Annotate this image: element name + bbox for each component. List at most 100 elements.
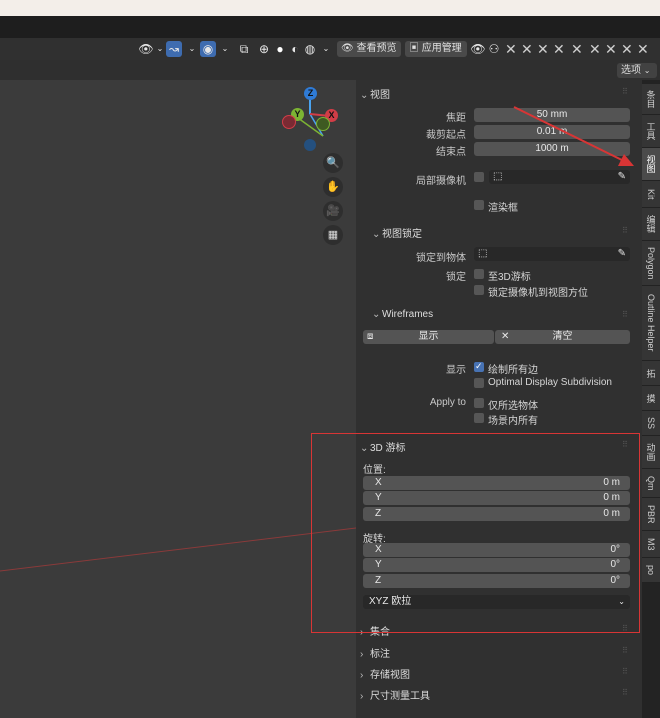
- tab-polygon[interactable]: Polygon: [642, 241, 660, 286]
- tab-outline-helper[interactable]: Outline Helper: [642, 286, 660, 361]
- highlight-box: [311, 433, 640, 633]
- tab-kit[interactable]: Kit: [642, 181, 660, 208]
- local-camera-checkbox[interactable]: [474, 172, 484, 182]
- clip-start-label: 裁剪起点: [426, 130, 466, 141]
- tab-pbr[interactable]: PBR: [642, 498, 660, 531]
- chevron-right-icon: ›: [360, 649, 364, 660]
- chevron-down-icon: ⌄: [643, 66, 651, 75]
- drag-handle-icon[interactable]: ⠿: [622, 311, 632, 319]
- camera-select-icon[interactable]: ⚇: [486, 41, 502, 57]
- drag-handle-icon[interactable]: ⠿: [622, 88, 632, 96]
- tab-mo[interactable]: 摸: [642, 386, 660, 411]
- tab-po[interactable]: po: [642, 558, 660, 583]
- 3d-viewport[interactable]: [0, 80, 356, 718]
- app-manager-button[interactable]: ▣ 应用管理: [405, 41, 467, 57]
- gizmo-neg-z-ball[interactable]: [304, 139, 316, 151]
- viewport-grid: [0, 94, 356, 572]
- eyedropper-icon[interactable]: ✎: [618, 247, 626, 261]
- restrict-icon[interactable]: ✕: [571, 40, 583, 58]
- measure-tools-section-header[interactable]: › 尺寸测量工具: [360, 687, 430, 702]
- eyedropper-icon[interactable]: ✎: [618, 170, 626, 184]
- render-region-checkbox[interactable]: [474, 200, 484, 210]
- chevron-down-icon[interactable]: ⌄: [184, 41, 200, 57]
- chevron-right-icon: ›: [360, 670, 364, 681]
- drag-handle-icon[interactable]: ⠿: [622, 647, 632, 655]
- chevron-down-icon[interactable]: ⌄: [217, 41, 233, 57]
- draw-all-edges-checkbox[interactable]: [474, 361, 484, 372]
- view-section-header[interactable]: ⌄ 视图: [360, 86, 390, 101]
- tab-item[interactable]: 条目: [642, 84, 660, 115]
- tab-qm[interactable]: Qm: [642, 469, 660, 498]
- restrict-icon[interactable]: ✕: [637, 40, 649, 58]
- gizmo-neg-y-ball[interactable]: [316, 117, 330, 131]
- overlay-toggle-icon[interactable]: ◉: [200, 41, 216, 57]
- view-preview-button[interactable]: 👁 查看预览: [337, 41, 402, 57]
- view-lock-section-header[interactable]: ⌄ 视图锁定: [372, 225, 422, 240]
- chevron-right-icon: ›: [360, 691, 364, 702]
- local-camera-field[interactable]: ⬚ ✎: [489, 170, 630, 184]
- material-shading-icon[interactable]: ◐: [287, 41, 303, 57]
- to-3d-cursor-checkbox[interactable]: [474, 269, 484, 279]
- gizmo-z-ball[interactable]: Z: [304, 87, 317, 100]
- gizmo-neg-x-ball[interactable]: [282, 115, 296, 129]
- zoom-icon[interactable]: 🔍: [323, 153, 343, 173]
- pan-hand-icon[interactable]: ✋: [323, 177, 343, 197]
- wireframe-shading-icon[interactable]: ⊕: [256, 41, 272, 57]
- eye-icon[interactable]: 👁: [470, 41, 486, 57]
- perspective-grid-icon[interactable]: ▦: [323, 225, 343, 245]
- lock-label: 锁定: [446, 272, 466, 283]
- drag-handle-icon[interactable]: ⠿: [622, 689, 632, 697]
- all-in-scene-label: 场景内所有: [488, 416, 538, 427]
- restrict-icon[interactable]: ✕: [605, 40, 617, 58]
- eye-icon: 👁: [341, 43, 357, 54]
- annotation-section-header[interactable]: › 标注: [360, 645, 390, 660]
- selected-only-checkbox[interactable]: [474, 398, 484, 408]
- wireframes-section-header[interactable]: ⌄ Wireframes: [372, 309, 433, 320]
- restrict-icon[interactable]: ✕: [553, 40, 565, 58]
- stored-views-section-header[interactable]: › 存储视图: [360, 666, 410, 681]
- clip-end-field[interactable]: 1000 m: [474, 142, 630, 156]
- drag-handle-icon[interactable]: ⠿: [622, 227, 632, 235]
- x-axis-line: [0, 527, 356, 572]
- xray-toggle-icon[interactable]: ⧉: [236, 41, 252, 57]
- app-icon: ▣: [409, 43, 422, 54]
- options-dropdown[interactable]: 选项 ⌄: [617, 63, 657, 78]
- rendered-shading-icon[interactable]: ◍: [302, 41, 318, 57]
- tab-tool[interactable]: 工具: [642, 115, 660, 148]
- all-in-scene-checkbox[interactable]: [474, 413, 484, 423]
- chevron-down-icon[interactable]: ⌄: [318, 41, 334, 57]
- close-icon: ✕: [501, 331, 510, 342]
- restrict-icon[interactable]: ✕: [537, 40, 549, 58]
- gizmo-toggle-icon[interactable]: ↝: [166, 41, 182, 57]
- restrict-icon[interactable]: ✕: [621, 40, 633, 58]
- solid-shading-icon[interactable]: ●: [272, 41, 288, 57]
- clip-end-label: 结束点: [436, 147, 466, 158]
- wireframe-clear-button[interactable]: ✕ 清空: [495, 330, 630, 344]
- lock-to-object-field[interactable]: ⬚ ✎: [474, 247, 630, 261]
- camera-to-view-label: 锁定摄像机到视图方位: [488, 288, 588, 299]
- focal-length-label: 焦距: [446, 113, 466, 124]
- tab-view[interactable]: 视图: [642, 148, 660, 181]
- tab-m3[interactable]: M3: [642, 531, 660, 558]
- restrict-icon[interactable]: ✕: [589, 40, 601, 58]
- local-camera-label: 局部摄像机: [416, 176, 466, 187]
- sidebar-tab-bar: 条目 工具 视图 Kit 编辑 Polygon Outline Helper 拓…: [642, 80, 660, 718]
- tab-edit[interactable]: 编辑: [642, 208, 660, 241]
- tab-topology[interactable]: 拓: [642, 361, 660, 386]
- focal-length-field[interactable]: 50 mm: [474, 108, 630, 122]
- optimal-subdivision-checkbox[interactable]: [474, 378, 484, 388]
- render-region-label: 渲染框: [488, 203, 518, 214]
- draw-all-edges-label: 绘制所有边: [488, 365, 538, 376]
- tab-animation[interactable]: 动画: [642, 436, 660, 469]
- restrict-icon[interactable]: ✕: [505, 40, 517, 58]
- restrict-icon[interactable]: ✕: [521, 40, 533, 58]
- apply-to-label: Apply to: [429, 397, 466, 408]
- wireframe-show-button[interactable]: ⧈ 显示: [363, 330, 494, 344]
- title-bar: [0, 16, 660, 38]
- clip-start-field[interactable]: 0.01 m: [474, 125, 630, 139]
- drag-handle-icon[interactable]: ⠿: [622, 668, 632, 676]
- chevron-down-icon: ⌄: [372, 229, 381, 240]
- tab-ss[interactable]: SS: [642, 411, 660, 436]
- camera-to-view-checkbox[interactable]: [474, 285, 484, 295]
- camera-view-icon[interactable]: 🎥: [323, 201, 343, 221]
